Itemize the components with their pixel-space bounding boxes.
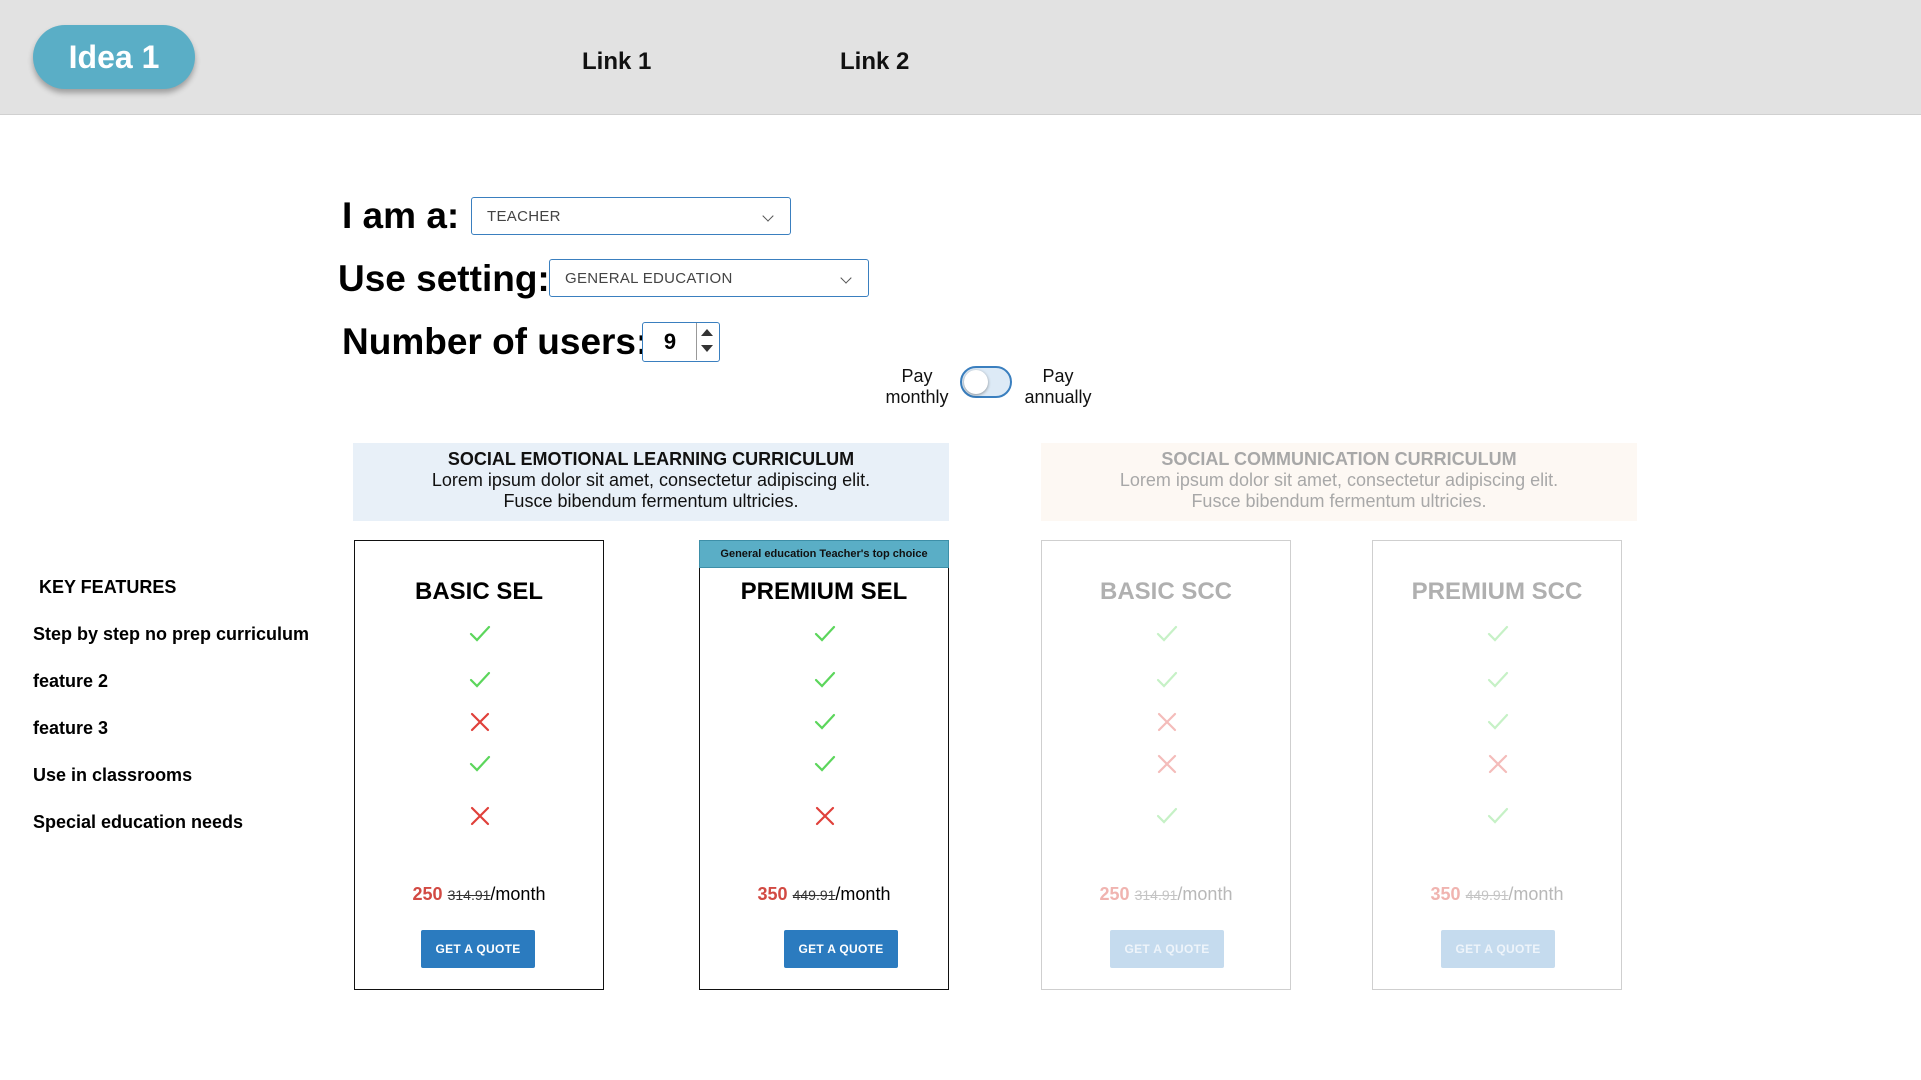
check-icon (1487, 807, 1509, 824)
price-original: 449.91 (1465, 887, 1509, 903)
billing-toggle[interactable] (960, 366, 1012, 398)
check-icon (814, 755, 836, 772)
price-current: 250 (1099, 884, 1130, 904)
plan-card-premium-scc: PREMIUM SCC 350 449.91/month GET A QUOTE (1372, 540, 1622, 990)
setting-select-value: GENERAL EDUCATION (565, 269, 733, 287)
role-label: I am a: (342, 195, 460, 236)
cross-icon (1157, 754, 1177, 774)
scc-curriculum-banner[interactable]: SOCIAL COMMUNICATION CURRICULUM Lorem ip… (1041, 443, 1637, 521)
nav-link-1[interactable]: Link 1 (582, 48, 651, 76)
setting-select[interactable]: GENERAL EDUCATION (549, 259, 869, 297)
price-original: 314.91 (1134, 887, 1178, 903)
get-quote-button[interactable]: GET A QUOTE (421, 930, 535, 968)
feature-label: Use in classrooms (33, 765, 193, 785)
feature-label: feature 3 (33, 718, 109, 738)
price-period: /month (1508, 884, 1564, 904)
setting-label: Use setting: (338, 258, 550, 299)
plan-price: 250 314.91/month (355, 884, 603, 905)
check-icon (814, 713, 836, 730)
users-stepper-value[interactable]: 9 (643, 323, 697, 360)
pay-monthly-line1: Pay (901, 366, 933, 386)
price-original: 449.91 (792, 887, 836, 903)
scc-curriculum-desc-1: Lorem ipsum dolor sit amet, consectetur … (1119, 470, 1559, 490)
plan-title: BASIC SCC (1099, 578, 1232, 605)
plan-price: 250 314.91/month (1042, 884, 1290, 905)
price-current: 350 (1430, 884, 1461, 904)
pay-monthly-line2: monthly (885, 387, 949, 407)
plan-title: PREMIUM SCC (1411, 578, 1583, 605)
pay-annually-line1: Pay (1042, 366, 1074, 386)
check-icon (1156, 625, 1178, 642)
nav-link-2[interactable]: Link 2 (840, 48, 909, 76)
plan-price: 350 449.91/month (700, 884, 948, 905)
stepper-buttons (696, 323, 719, 360)
price-original: 314.91 (447, 887, 491, 903)
price-period: /month (1177, 884, 1233, 904)
sel-curriculum-banner[interactable]: SOCIAL EMOTIONAL LEARNING CURRICULUM Lor… (353, 443, 949, 521)
sel-curriculum-desc-1: Lorem ipsum dolor sit amet, consectetur … (431, 470, 871, 490)
check-icon (469, 755, 491, 772)
get-quote-button[interactable]: GET A QUOTE (1110, 930, 1224, 968)
price-current: 250 (412, 884, 443, 904)
get-quote-button[interactable]: GET A QUOTE (1441, 930, 1555, 968)
check-icon (1487, 625, 1509, 642)
plan-title: PREMIUM SEL (740, 578, 908, 605)
check-icon (469, 671, 491, 688)
plan-title: BASIC SEL (414, 578, 543, 605)
check-icon (1487, 713, 1509, 730)
toggle-knob (964, 370, 988, 394)
role-select-value: TEACHER (487, 207, 561, 225)
scc-curriculum-desc-2: Fusce bibendum fermentum ultricies. (1191, 491, 1487, 511)
cross-icon (470, 712, 490, 732)
pay-monthly-label: Pay monthly (880, 366, 954, 408)
plan-card-premium-sel: PREMIUM SEL 350 449.91/month GET A QUOTE (699, 540, 949, 990)
price-period: /month (835, 884, 891, 904)
users-stepper[interactable]: 9 (642, 322, 720, 362)
check-icon (1156, 807, 1178, 824)
cross-icon (1488, 754, 1508, 774)
increment-arrow-icon[interactable] (701, 329, 713, 336)
price-current: 350 (757, 884, 788, 904)
decrement-arrow-icon[interactable] (701, 345, 713, 352)
check-icon (814, 671, 836, 688)
logo-idea-1[interactable]: Idea 1 (33, 25, 195, 89)
sel-curriculum-title: SOCIAL EMOTIONAL LEARNING CURRICULUM (447, 449, 855, 469)
role-select[interactable]: TEACHER (471, 197, 791, 235)
pay-annually-line2: annually (1024, 387, 1092, 407)
feature-label: Special education needs (33, 812, 244, 832)
top-choice-badge: General education Teacher's top choice (699, 540, 949, 568)
feature-label: feature 2 (33, 671, 109, 691)
check-icon (469, 625, 491, 642)
check-icon (814, 625, 836, 642)
price-period: /month (490, 884, 546, 904)
chevron-down-icon (762, 210, 774, 222)
get-quote-button[interactable]: GET A QUOTE (784, 930, 898, 968)
plan-card-basic-sel: BASIC SEL 250 314.91/month GET A QUOTE (354, 540, 604, 990)
scc-curriculum-title: SOCIAL COMMUNICATION CURRICULUM (1161, 449, 1517, 469)
sel-curriculum-desc-2: Fusce bibendum fermentum ultricies. (503, 491, 799, 511)
plan-card-basic-scc: BASIC SCC 250 314.91/month GET A QUOTE (1041, 540, 1291, 990)
cross-icon (470, 806, 490, 826)
chevron-down-icon (840, 272, 852, 284)
key-features-heading: KEY FEATURES (39, 577, 177, 597)
cross-icon (1157, 712, 1177, 732)
pay-annually-label: Pay annually (1018, 366, 1098, 408)
check-icon (1156, 671, 1178, 688)
feature-label: Step by step no prep curriculum (33, 624, 310, 644)
top-nav-bar (0, 0, 1921, 115)
check-icon (1487, 671, 1509, 688)
plan-price: 350 449.91/month (1373, 884, 1621, 905)
cross-icon (815, 806, 835, 826)
users-label: Number of users: (342, 321, 649, 362)
